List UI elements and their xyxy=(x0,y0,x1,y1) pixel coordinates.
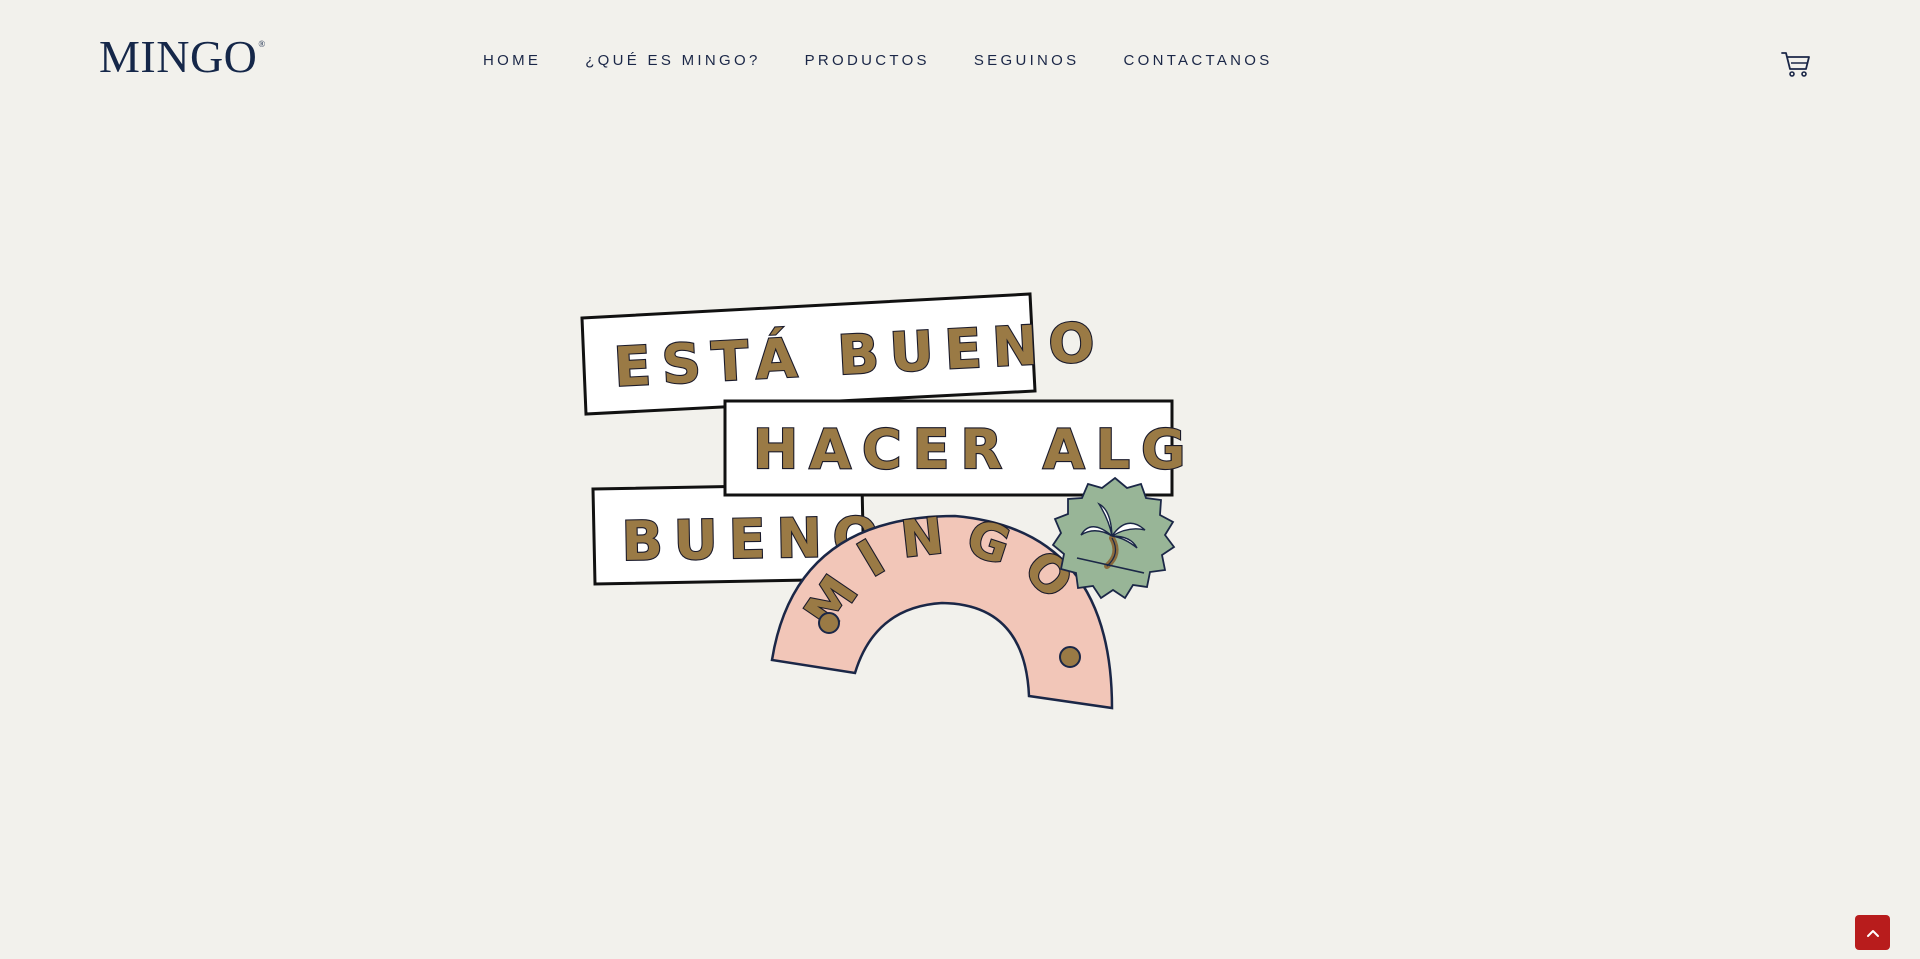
nav-item-contactanos[interactable]: CONTACTANOS xyxy=(1123,52,1272,69)
nav-item-productos[interactable]: PRODUCTOS xyxy=(805,52,930,69)
site-header: MINGO® HOME ¿QUÉ ES MINGO? PRODUCTOS SEG… xyxy=(0,0,1920,124)
nav-item-que-es-mingo[interactable]: ¿QUÉ ES MINGO? xyxy=(585,52,760,69)
hero-sticker-composition: ESTÁ BUENO BUENO HACER ALGO MINGO xyxy=(575,290,1243,720)
registered-mark: ® xyxy=(258,39,266,49)
arc-dot-right xyxy=(1059,646,1081,668)
logo-text: MINGO xyxy=(99,31,258,82)
scroll-to-top-button[interactable] xyxy=(1855,915,1890,950)
sticker-text-line2: HACER ALGO xyxy=(753,418,1185,481)
cart-button[interactable] xyxy=(1781,50,1811,78)
sticker-esta-bueno: ESTÁ BUENO xyxy=(580,292,1108,416)
nav-item-seguinos[interactable]: SEGUINOS xyxy=(974,52,1080,69)
nav-item-home[interactable]: HOME xyxy=(483,52,541,69)
cart-icon xyxy=(1781,52,1810,77)
main-nav: HOME ¿QUÉ ES MINGO? PRODUCTOS SEGUINOS C… xyxy=(483,52,1317,69)
chevron-up-icon xyxy=(1866,929,1879,937)
mingo-logo[interactable]: MINGO® xyxy=(99,34,265,80)
arc-dot-left xyxy=(818,612,840,634)
